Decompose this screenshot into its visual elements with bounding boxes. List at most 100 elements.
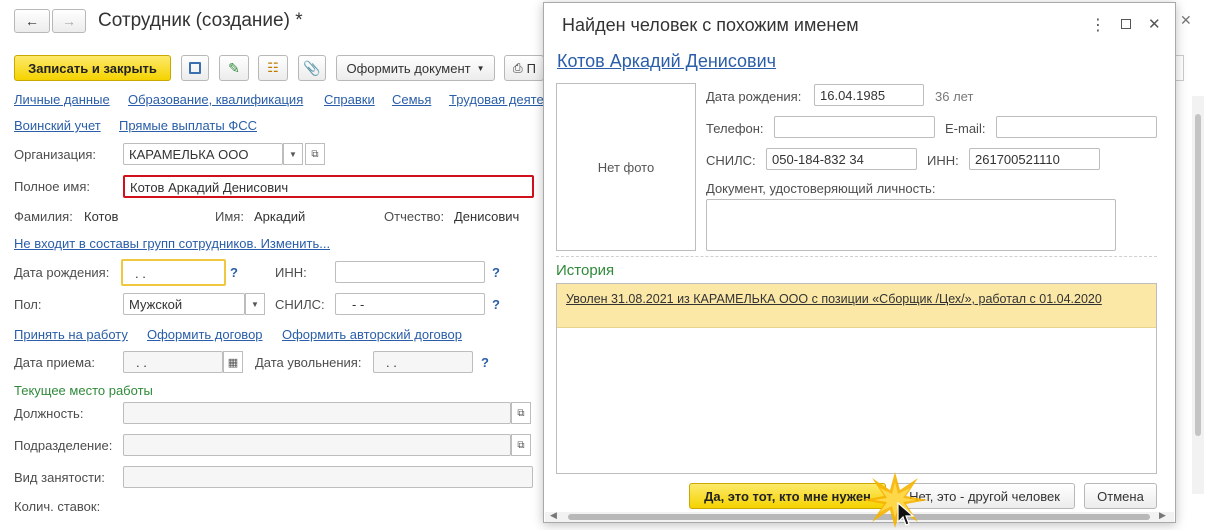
gender-label: Пол: bbox=[14, 297, 42, 312]
scroll-left-icon[interactable]: ◀ bbox=[550, 510, 557, 521]
edit-icon-button[interactable]: ✎ bbox=[219, 55, 249, 81]
dlg-inn-label: ИНН: bbox=[927, 153, 959, 168]
close-icon[interactable]: ✕ bbox=[1148, 15, 1161, 33]
inn-help-icon[interactable]: ? bbox=[492, 265, 500, 280]
dlg-email-field bbox=[996, 116, 1157, 138]
cancel-button[interactable]: Отмена bbox=[1084, 483, 1157, 509]
gender-select[interactable]: Мужской bbox=[123, 293, 245, 315]
link-contract[interactable]: Оформить договор bbox=[147, 327, 263, 342]
dropdown-arrow-icon: ▼ bbox=[476, 63, 485, 73]
groups-link[interactable]: Не входит в составы групп сотрудников. И… bbox=[14, 236, 330, 251]
scroll-right-icon[interactable]: ▶ bbox=[1159, 510, 1166, 521]
history-list: Уволен 31.08.2021 из КАРАМЕЛЬКА ООО с по… bbox=[556, 283, 1157, 474]
dlg-birth-label: Дата рождения: bbox=[706, 89, 802, 104]
hire-date-calendar-button[interactable]: ▦ bbox=[223, 351, 243, 373]
snils-value: - - bbox=[352, 297, 365, 312]
snils-input[interactable]: - - bbox=[335, 293, 485, 315]
firstname-value: Аркадий bbox=[254, 209, 306, 224]
fire-date-input: . . bbox=[373, 351, 473, 373]
floppy-disk-icon bbox=[189, 62, 201, 74]
confirm-label: Да, это тот, кто мне нужен bbox=[704, 488, 871, 504]
link-hire[interactable]: Принять на работу bbox=[14, 327, 128, 342]
fire-date-value: . . bbox=[386, 355, 397, 370]
hire-date-input[interactable]: . . bbox=[123, 351, 223, 373]
maximize-icon[interactable] bbox=[1121, 19, 1131, 29]
link-author-contract[interactable]: Оформить авторский договор bbox=[282, 327, 462, 342]
link-education[interactable]: Образование, квалификация bbox=[128, 92, 303, 107]
lastname-label: Фамилия: bbox=[14, 209, 73, 224]
dlg-snils-label: СНИЛС: bbox=[706, 153, 756, 168]
no-photo-text: Нет фото bbox=[597, 159, 655, 175]
rates-label: Колич. ставок: bbox=[14, 499, 101, 514]
open-window-icon: ⧉ bbox=[517, 439, 525, 451]
birthdate-input[interactable]: . . bbox=[121, 259, 226, 286]
fullname-input[interactable]: Котов Аркадий Денисович bbox=[123, 175, 534, 198]
confirm-same-person-button[interactable]: Да, это тот, кто мне нужен bbox=[689, 483, 886, 509]
org-dropdown-button[interactable]: ▼ bbox=[283, 143, 303, 165]
open-window-icon: ⧉ bbox=[517, 407, 525, 419]
inn-input[interactable] bbox=[335, 261, 485, 283]
org-field[interactable]: КАРАМЕЛЬКА ООО bbox=[123, 143, 283, 165]
more-options-icon[interactable]: ⋮ bbox=[1090, 15, 1106, 35]
link-labor-activity[interactable]: Трудовая деяте bbox=[449, 92, 544, 107]
fullname-label: Полное имя: bbox=[14, 179, 90, 194]
fire-date-help-icon[interactable]: ? bbox=[481, 355, 489, 370]
print-button[interactable]: ⎙ П bbox=[504, 55, 544, 81]
org-open-button[interactable]: ⧉ bbox=[305, 143, 325, 165]
dlg-inn-value: 261700521110 bbox=[975, 152, 1060, 167]
firstname-label: Имя: bbox=[215, 209, 244, 224]
different-person-label: Нет, это - другой человек bbox=[909, 488, 1060, 504]
link-personal-data[interactable]: Личные данные bbox=[14, 92, 110, 107]
department-open-button[interactable]: ⧉ bbox=[511, 434, 531, 456]
person-name-link[interactable]: Котов Аркадий Денисович bbox=[557, 51, 776, 72]
position-open-button[interactable]: ⧉ bbox=[511, 402, 531, 424]
dropdown-arrow-icon: ▼ bbox=[251, 299, 259, 309]
fire-date-label: Дата увольнения: bbox=[255, 355, 362, 370]
lastname-value: Котов bbox=[84, 209, 119, 224]
forward-button[interactable]: → bbox=[52, 9, 86, 33]
gender-value: Мужской bbox=[129, 297, 183, 312]
document-dropdown-button[interactable]: Оформить документ ▼ bbox=[336, 55, 495, 81]
birthdate-label: Дата рождения: bbox=[14, 265, 110, 280]
open-window-icon: ⧉ bbox=[311, 148, 319, 160]
print-button-label: П bbox=[526, 60, 536, 76]
structure-icon-button[interactable]: ☷ bbox=[258, 55, 288, 81]
dlg-age: 36 лет bbox=[935, 89, 974, 104]
dlg-snils-field: 050-184-832 34 bbox=[766, 148, 917, 170]
click-burst-icon bbox=[862, 472, 928, 528]
birthdate-value: . . bbox=[135, 266, 146, 281]
snils-help-icon[interactable]: ? bbox=[492, 297, 500, 312]
back-button[interactable]: ← bbox=[14, 9, 50, 33]
birthdate-help-icon[interactable]: ? bbox=[230, 265, 238, 280]
link-certificates[interactable]: Справки bbox=[324, 92, 375, 107]
save-icon-button[interactable] bbox=[181, 55, 209, 81]
middlename-label: Отчество: bbox=[384, 209, 445, 224]
main-close-icon[interactable]: ✕ bbox=[1180, 12, 1192, 29]
dlg-doc-label: Документ, удостоверяющий личность: bbox=[706, 181, 936, 196]
dialog-hscroll-thumb[interactable] bbox=[568, 514, 1150, 520]
gender-dropdown-button[interactable]: ▼ bbox=[245, 293, 265, 315]
main-scrollbar-thumb[interactable] bbox=[1195, 114, 1201, 436]
dlg-phone-label: Телефон: bbox=[706, 121, 764, 136]
link-family[interactable]: Семья bbox=[392, 92, 431, 107]
link-fss-payments[interactable]: Прямые выплаты ФСС bbox=[119, 118, 257, 133]
org-label: Организация: bbox=[14, 147, 97, 162]
history-row[interactable]: Уволен 31.08.2021 из КАРАМЕЛЬКА ООО с по… bbox=[557, 284, 1156, 328]
snils-label: СНИЛС: bbox=[275, 297, 325, 312]
dialog-title: Найден человек с похожим именем bbox=[562, 15, 859, 35]
save-close-button[interactable]: Записать и закрыть bbox=[14, 55, 171, 81]
arrow-left-icon: ← bbox=[25, 13, 39, 29]
photo-placeholder[interactable]: Нет фото bbox=[556, 83, 696, 251]
paperclip-icon: 📎 bbox=[303, 59, 321, 76]
history-item-link[interactable]: Уволен 31.08.2021 из КАРАМЕЛЬКА ООО с по… bbox=[566, 292, 1102, 306]
cancel-label: Отмена bbox=[1097, 488, 1144, 504]
dlg-inn-field: 261700521110 bbox=[969, 148, 1100, 170]
hierarchy-icon: ☷ bbox=[267, 60, 279, 75]
pencil-icon: ✎ bbox=[228, 59, 240, 76]
department-input bbox=[123, 434, 511, 456]
attach-button[interactable]: 📎 bbox=[298, 55, 326, 81]
current-job-heading: Текущее место работы bbox=[14, 383, 153, 398]
dlg-snils-value: 050-184-832 34 bbox=[772, 152, 864, 167]
calendar-icon: ▦ bbox=[227, 356, 239, 369]
link-military[interactable]: Воинский учет bbox=[14, 118, 101, 133]
